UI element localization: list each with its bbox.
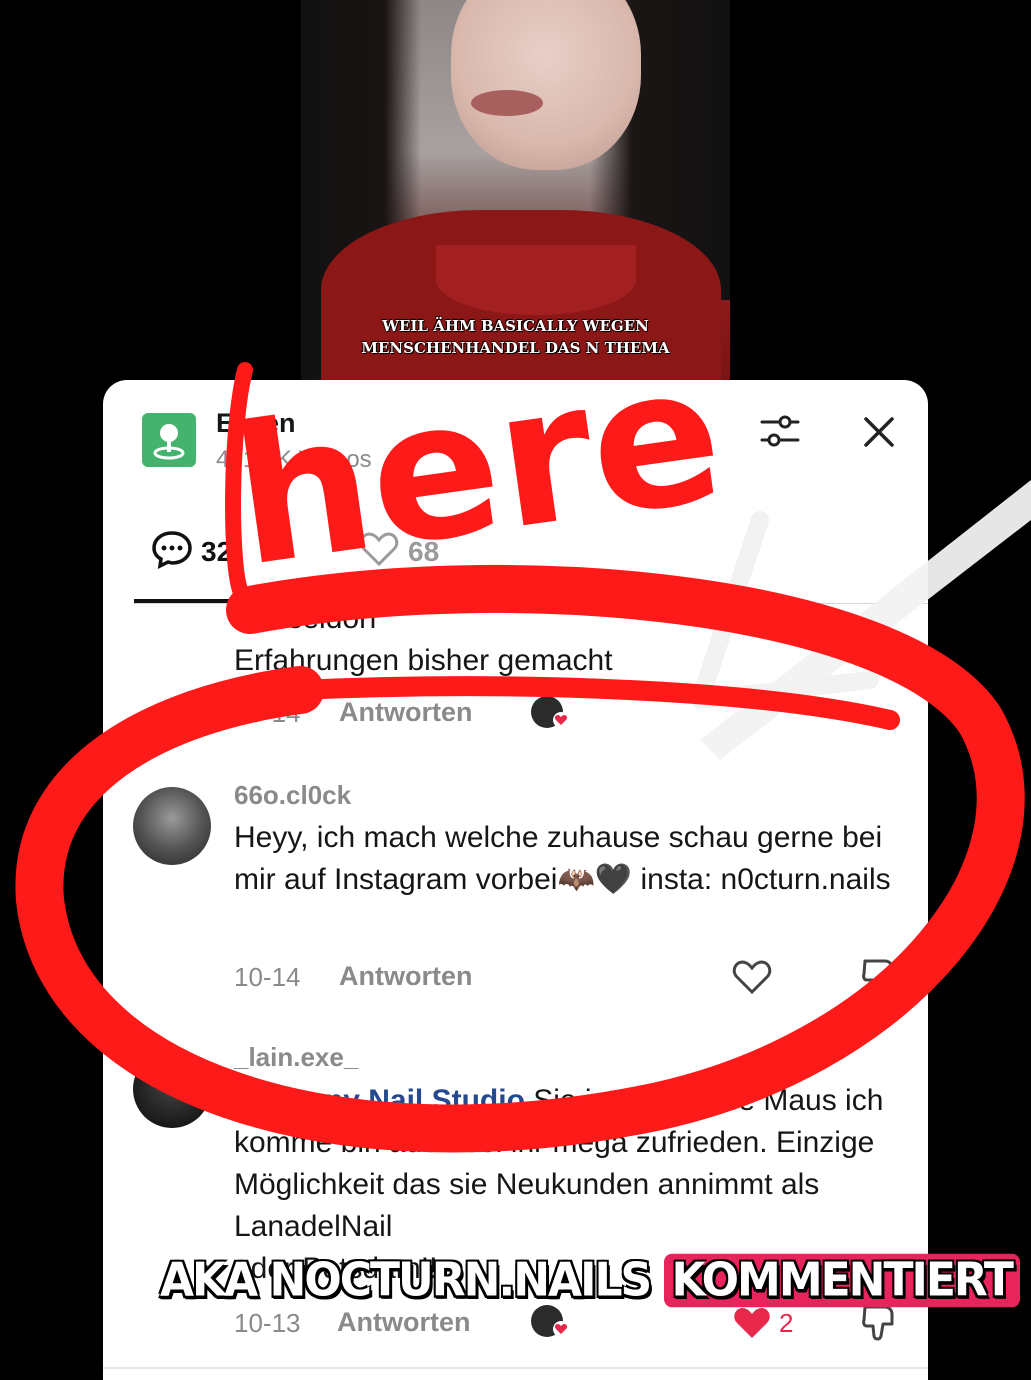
dislike-thumb-icon[interactable] [859, 1302, 899, 1347]
comment-3-like-count: 2 [779, 1308, 794, 1338]
comment-1-date: 10-14 [234, 698, 301, 728]
comment-1-reply-button[interactable]: Antworten [339, 697, 472, 728]
comment-1-line2: Erfahrungen bisher gemacht [234, 644, 613, 677]
tab-likes-count: 68 [408, 536, 440, 567]
comment-divider [103, 1367, 928, 1369]
small-heart-icon [553, 712, 569, 733]
tab-comments[interactable]: 32 [151, 530, 232, 574]
liked-heart-icon[interactable] [731, 1302, 773, 1347]
comment-3-text: @Moony Nail Studio Sie ist eine süße Mau… [234, 1080, 914, 1248]
location-pin-icon [142, 413, 196, 467]
video-caption-line1: WEIL ÄHM BASICALLY WEGEN [382, 317, 649, 335]
video-lips [471, 90, 543, 116]
video-face [451, 0, 641, 170]
avatar[interactable] [133, 787, 211, 865]
comment-3-date: 10-13 [234, 1308, 301, 1338]
panel-subtitle: 431.7K Videos [216, 446, 372, 473]
comment-3-reply-button[interactable]: Antworten [337, 1307, 470, 1338]
avatar[interactable] [133, 1050, 211, 1128]
comment-2-username[interactable]: 66o.cl0ck [234, 780, 351, 811]
comment-2-reply-button[interactable]: Antworten [339, 961, 472, 992]
comment-bubble-icon [151, 528, 193, 577]
tab-comments-count: 32 [201, 536, 233, 567]
video-collar [436, 245, 636, 315]
close-icon[interactable] [861, 414, 897, 450]
comment-2-text: Heyy, ich mach welche zuhause schau gern… [234, 821, 891, 896]
comment-3-mention-link[interactable]: @Moony Nail Studio [234, 1084, 525, 1117]
dislike-thumb-icon[interactable] [859, 956, 899, 1001]
heart-outline-icon [358, 528, 400, 577]
filter-sliders-icon[interactable] [758, 410, 802, 454]
comment-1-line1: Düsseldorf [234, 602, 378, 635]
overlay-banner: AKA NOCTURN.NAILS KOMMENTIERT [160, 1253, 1020, 1308]
comment-2-date: 10-14 [234, 962, 301, 992]
tab-likes[interactable]: 68 [358, 530, 439, 574]
small-heart-icon [553, 1321, 569, 1342]
panel-title: Essen [216, 408, 296, 438]
comment-3-username[interactable]: _lain.exe_ [234, 1042, 358, 1073]
comments-panel: Essen 431.7K Videos 32 68 Düsseldorf Erf… [103, 380, 928, 1380]
like-heart-icon[interactable] [731, 956, 773, 1001]
video-preview[interactable]: WEIL ÄHM BASICALLY WEGEN MENSCHENHANDEL … [301, 0, 730, 380]
video-caption-line2: MENSCHENHANDEL DAS N THEMA [361, 339, 670, 357]
banner-highlight: KOMMENTIERT [663, 1253, 1020, 1308]
banner-text: AKA NOCTURN.NAILS [160, 1253, 652, 1308]
